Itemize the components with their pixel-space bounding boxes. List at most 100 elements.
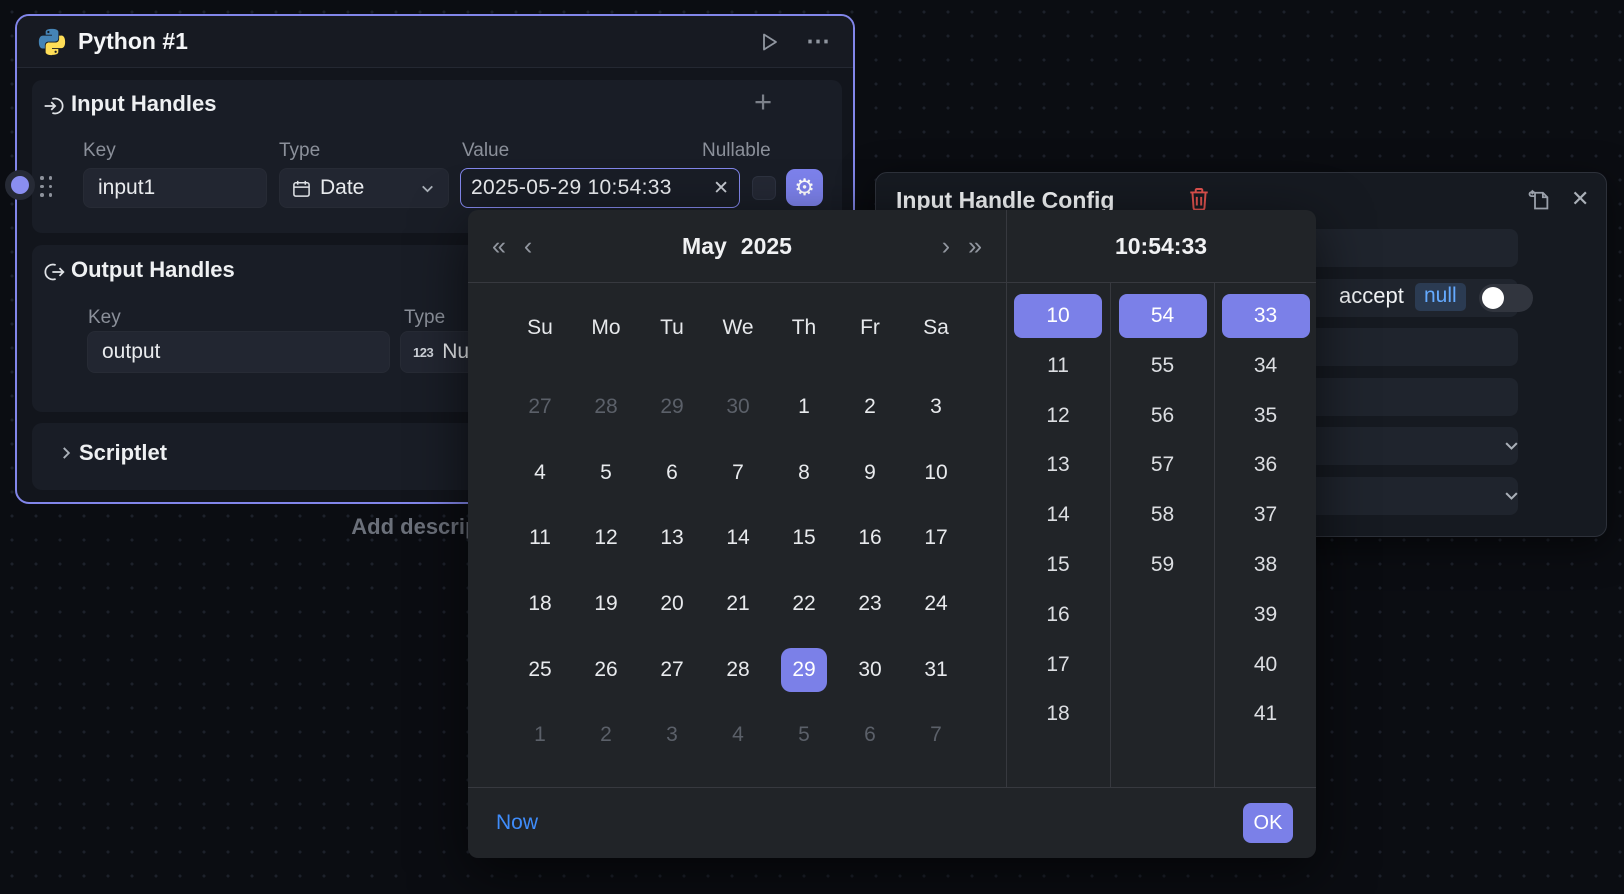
calendar-day-21[interactable]: 21 — [705, 571, 771, 637]
add-input-handle-button[interactable]: + — [754, 89, 772, 115]
nullable-checkbox[interactable] — [752, 176, 776, 200]
calendar-day-1[interactable]: 1 — [507, 702, 573, 768]
calendar-day-7[interactable]: 7 — [705, 440, 771, 506]
delete-handle-icon[interactable] — [1188, 187, 1210, 211]
prev-year-icon[interactable]: « — [492, 234, 506, 259]
calendar-day-8[interactable]: 8 — [771, 440, 837, 506]
calendar-day-30[interactable]: 30 — [837, 637, 903, 703]
minute-option-54[interactable]: 54 — [1119, 294, 1207, 338]
calendar-day-12[interactable]: 12 — [573, 505, 639, 571]
calendar-day-2[interactable]: 2 — [573, 702, 639, 768]
month-label[interactable]: May — [682, 233, 727, 259]
calendar-day-6[interactable]: 6 — [837, 702, 903, 768]
output-handle-key-field[interactable] — [87, 331, 390, 373]
minute-option-55[interactable]: 55 — [1119, 344, 1207, 388]
ok-button[interactable]: OK — [1243, 803, 1293, 843]
next-month-icon[interactable]: › — [942, 234, 950, 259]
minute-option-57[interactable]: 57 — [1119, 443, 1207, 487]
hour-option-13[interactable]: 13 — [1014, 443, 1102, 487]
calendar-day-29[interactable]: 29 — [639, 374, 705, 440]
day-number: 12 — [594, 526, 617, 550]
hour-option-17[interactable]: 17 — [1014, 643, 1102, 687]
calendar-day-5[interactable]: 5 — [771, 702, 837, 768]
calendar-day-24[interactable]: 24 — [903, 571, 969, 637]
hour-option-16[interactable]: 16 — [1014, 593, 1102, 637]
calendar-day-27[interactable]: 27 — [507, 374, 573, 440]
calendar-day-2[interactable]: 2 — [837, 374, 903, 440]
calendar-day-13[interactable]: 13 — [639, 505, 705, 571]
minute-option-58[interactable]: 58 — [1119, 493, 1207, 537]
calendar-day-9[interactable]: 9 — [837, 440, 903, 506]
calendar-day-14[interactable]: 14 — [705, 505, 771, 571]
hour-option-15[interactable]: 15 — [1014, 543, 1102, 587]
calendar-day-3[interactable]: 3 — [639, 702, 705, 768]
calendar-day-11[interactable]: 11 — [507, 505, 573, 571]
calendar-day-22[interactable]: 22 — [771, 571, 837, 637]
calendar-day-17[interactable]: 17 — [903, 505, 969, 571]
hour-option-18[interactable]: 18 — [1014, 692, 1102, 736]
node-title: Python #1 — [78, 28, 746, 55]
calendar-day-28[interactable]: 28 — [705, 637, 771, 703]
calendar-day-31[interactable]: 31 — [903, 637, 969, 703]
calendar-day-6[interactable]: 6 — [639, 440, 705, 506]
hour-option-11[interactable]: 11 — [1014, 344, 1102, 388]
input-handle-key-field[interactable] — [83, 168, 267, 208]
accept-null-toggle[interactable] — [1479, 284, 1533, 312]
calendar-day-27[interactable]: 27 — [639, 637, 705, 703]
calendar-day-10[interactable]: 10 — [903, 440, 969, 506]
chevron-down-icon — [1502, 486, 1521, 505]
input-handle-type-select[interactable]: Date — [279, 168, 449, 208]
picker-footer: Now OK — [468, 787, 1316, 858]
hour-option-14[interactable]: 14 — [1014, 493, 1102, 537]
calendar-day-4[interactable]: 4 — [507, 440, 573, 506]
second-option-33[interactable]: 33 — [1222, 294, 1310, 338]
calendar-day-29[interactable]: 29 — [771, 637, 837, 703]
second-option-37[interactable]: 37 — [1222, 493, 1310, 537]
hour-option-12[interactable]: 12 — [1014, 394, 1102, 438]
now-link[interactable]: Now — [496, 811, 538, 835]
calendar-day-26[interactable]: 26 — [573, 637, 639, 703]
minute-option-59[interactable]: 59 — [1119, 543, 1207, 587]
day-number: 3 — [930, 395, 942, 419]
next-year-icon[interactable]: » — [968, 234, 982, 259]
second-option-39[interactable]: 39 — [1222, 593, 1310, 637]
run-node-button[interactable] — [757, 30, 781, 54]
type-select-value: Date — [320, 176, 364, 200]
drag-handle[interactable] — [40, 176, 53, 197]
input-handle-value-field[interactable]: 2025-05-29 10:54:33 ✕ — [460, 168, 740, 208]
calendar-day-28[interactable]: 28 — [573, 374, 639, 440]
calendar-day-16[interactable]: 16 — [837, 505, 903, 571]
calendar-day-25[interactable]: 25 — [507, 637, 573, 703]
calendar-day-19[interactable]: 19 — [573, 571, 639, 637]
calendar-day-15[interactable]: 15 — [771, 505, 837, 571]
second-option-40[interactable]: 40 — [1222, 643, 1310, 687]
calendar-day-30[interactable]: 30 — [705, 374, 771, 440]
handle-settings-button[interactable]: ⚙ — [786, 169, 823, 206]
day-number: 4 — [534, 461, 546, 485]
second-option-38[interactable]: 38 — [1222, 543, 1310, 587]
year-label[interactable]: 2025 — [741, 233, 792, 259]
minute-option-56[interactable]: 56 — [1119, 394, 1207, 438]
calendar-day-18[interactable]: 18 — [507, 571, 573, 637]
day-number: 19 — [594, 592, 617, 616]
calendar-day-3[interactable]: 3 — [903, 374, 969, 440]
node-menu-button[interactable]: ⋯ — [806, 27, 833, 56]
calendar-day-4[interactable]: 4 — [705, 702, 771, 768]
prev-month-icon[interactable]: ‹ — [524, 234, 532, 259]
hour-option-10[interactable]: 10 — [1014, 294, 1102, 338]
second-option-36[interactable]: 36 — [1222, 443, 1310, 487]
clear-value-icon[interactable]: ✕ — [713, 177, 729, 200]
day-number: 17 — [924, 526, 947, 550]
calendar-day-5[interactable]: 5 — [573, 440, 639, 506]
second-option-41[interactable]: 41 — [1222, 692, 1310, 736]
close-panel-icon[interactable]: ✕ — [1571, 186, 1589, 212]
calendar-day-23[interactable]: 23 — [837, 571, 903, 637]
second-option-35[interactable]: 35 — [1222, 394, 1310, 438]
calendar-day-1[interactable]: 1 — [771, 374, 837, 440]
calendar-day-7[interactable]: 7 — [903, 702, 969, 768]
calendar-day-20[interactable]: 20 — [639, 571, 705, 637]
duplicate-handle-icon[interactable] — [1526, 186, 1553, 213]
second-option-34[interactable]: 34 — [1222, 344, 1310, 388]
node-input-port[interactable] — [5, 170, 35, 200]
flow-canvas[interactable]: { "node": { "title": "Python #1", "input… — [0, 0, 1624, 894]
